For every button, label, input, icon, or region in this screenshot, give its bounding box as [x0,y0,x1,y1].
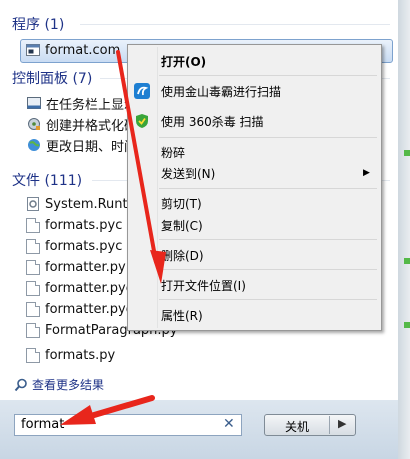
annotation-arrowhead [150,250,166,284]
annotation-arrow-to-open-location [116,50,158,264]
annotation-arrowhead [60,405,96,425]
annotation-arrows [60,50,166,425]
annotation-arrow-to-search [81,395,155,421]
